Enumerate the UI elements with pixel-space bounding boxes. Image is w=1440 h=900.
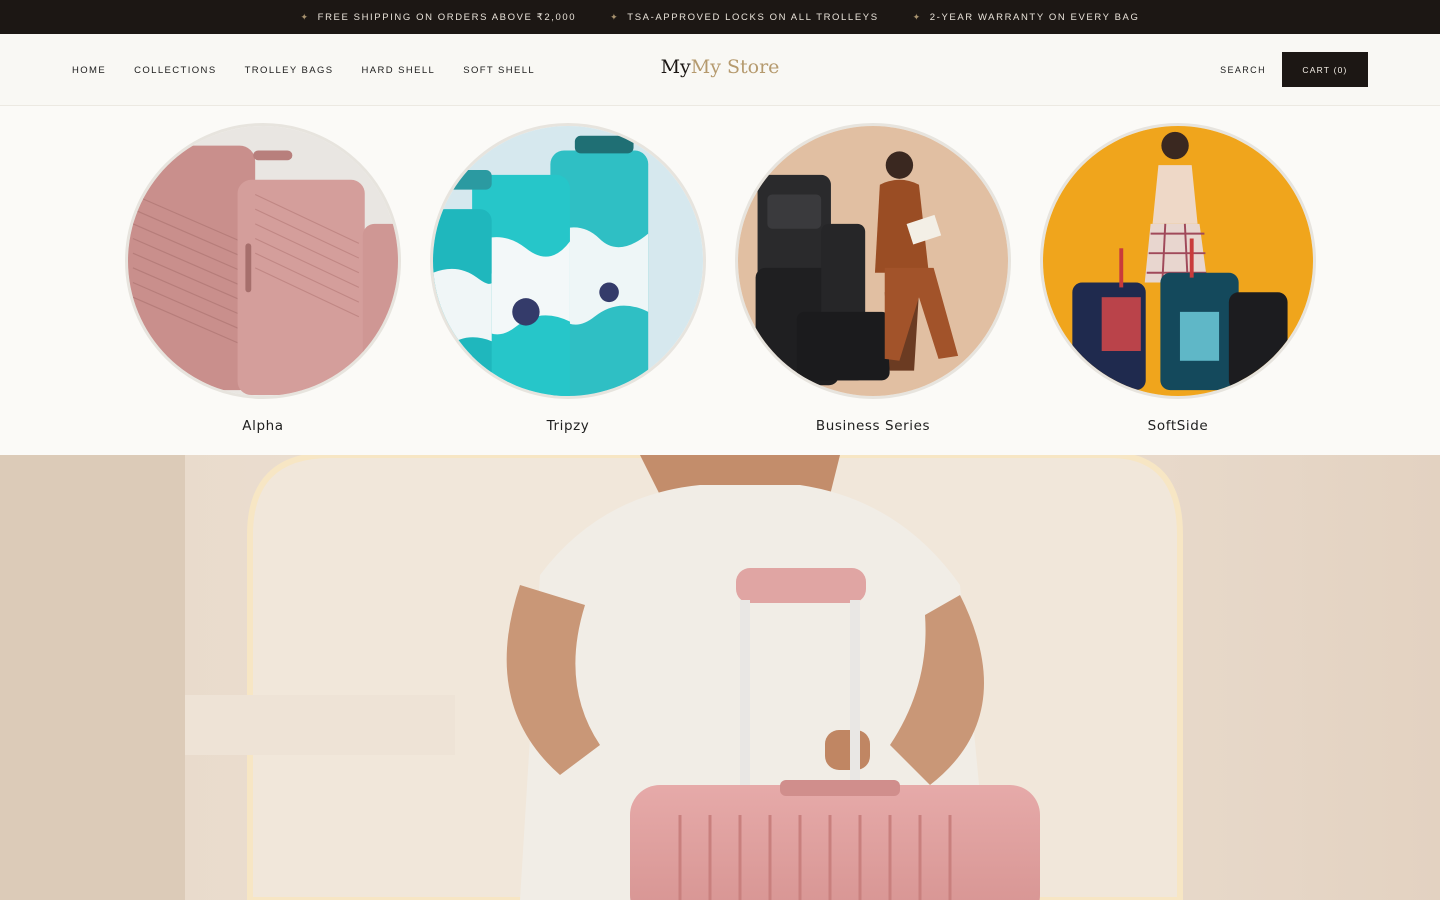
collection-label[interactable]: Business Series bbox=[735, 418, 1011, 434]
announcement-item: ✦ TSA-APPROVED LOCKS ON ALL TROLLEYS bbox=[610, 12, 879, 23]
collection-image-business-series[interactable] bbox=[735, 123, 1011, 399]
collection-label[interactable]: Alpha bbox=[125, 418, 401, 434]
sparkle-icon: ✦ bbox=[912, 11, 922, 22]
nav-collections[interactable]: COLLECTIONS bbox=[134, 65, 216, 76]
collection-image-softside[interactable] bbox=[1040, 123, 1316, 399]
announcement-text: FREE SHIPPING ON ORDERS ABOVE ₹2,000 bbox=[317, 11, 577, 23]
cart-button[interactable]: CART (0) bbox=[1282, 52, 1368, 87]
collection-image-alpha[interactable] bbox=[125, 123, 401, 399]
hero-image bbox=[0, 455, 1440, 900]
collection-card-softside[interactable]: SoftSide bbox=[1040, 123, 1316, 434]
hero-banner[interactable] bbox=[0, 455, 1440, 900]
collection-label[interactable]: SoftSide bbox=[1040, 418, 1316, 434]
main-nav: HOME COLLECTIONS TROLLEY BAGS HARD SHELL… bbox=[72, 34, 535, 106]
announcement-bar: ✦ FREE SHIPPING ON ORDERS ABOVE ₹2,000 ✦… bbox=[0, 0, 1440, 34]
nav-home[interactable]: HOME bbox=[72, 65, 106, 76]
nav-hard-shell[interactable]: HARD SHELL bbox=[362, 65, 436, 76]
nav-trolley-bags[interactable]: TROLLEY BAGS bbox=[245, 65, 334, 76]
logo-part-2: My Store bbox=[690, 56, 780, 78]
collections-row: Alpha Tripzy Business Series SoftSide bbox=[0, 106, 1440, 455]
announcement-text: 2-YEAR WARRANTY ON EVERY BAG bbox=[929, 11, 1140, 23]
store-logo[interactable]: MyMy Store bbox=[661, 56, 780, 78]
search-link[interactable]: SEARCH bbox=[1220, 65, 1266, 75]
nav-soft-shell[interactable]: SOFT SHELL bbox=[463, 65, 535, 76]
collection-image-tripzy[interactable] bbox=[430, 123, 706, 399]
sparkle-icon: ✦ bbox=[610, 11, 620, 22]
collection-card-business-series[interactable]: Business Series bbox=[735, 123, 1011, 434]
logo-part-1: My bbox=[660, 56, 691, 78]
collection-label[interactable]: Tripzy bbox=[430, 418, 706, 434]
sparkle-icon: ✦ bbox=[300, 11, 310, 22]
site-header: HOME COLLECTIONS TROLLEY BAGS HARD SHELL… bbox=[0, 34, 1440, 106]
announcement-item: ✦ 2-YEAR WARRANTY ON EVERY BAG bbox=[913, 12, 1140, 23]
announcement-item: ✦ FREE SHIPPING ON ORDERS ABOVE ₹2,000 bbox=[301, 12, 577, 23]
collection-card-alpha[interactable]: Alpha bbox=[125, 123, 401, 434]
header-tools: SEARCH CART (0) bbox=[1220, 52, 1368, 87]
collection-card-tripzy[interactable]: Tripzy bbox=[430, 123, 706, 434]
announcement-text: TSA-APPROVED LOCKS ON ALL TROLLEYS bbox=[627, 11, 879, 23]
